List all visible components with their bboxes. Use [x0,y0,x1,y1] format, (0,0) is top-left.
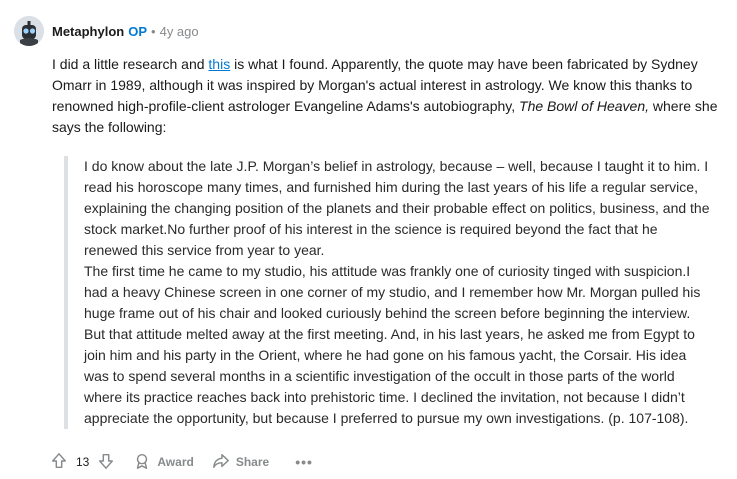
avatar-image [14,16,44,46]
research-link[interactable]: this [208,56,230,72]
comment-body: I did a little research and this is what… [52,54,722,429]
award-icon [133,452,157,473]
quote-paragraph-1: I do know about the late J.P. Morgan’s b… [84,158,710,258]
award-button[interactable]: Award [133,452,194,473]
award-label: Award [157,455,194,469]
vote-count: 13 [76,455,90,469]
downvote-icon[interactable] [97,452,115,473]
comment-timestamp[interactable]: 4y ago [160,24,199,39]
more-options-button[interactable]: ••• [295,454,313,470]
avatar[interactable] [14,16,44,46]
comment: Metaphylon OP • 4y ago I did a little re… [0,0,737,479]
share-button[interactable]: Share [212,452,269,473]
meta-separator: • [151,23,156,39]
intro-text-1: I did a little research and [52,56,209,72]
comment-actions: 13 Award Share ••• [50,450,313,474]
blockquote: I do know about the late J.P. Morgan’s b… [64,156,714,429]
upvote-icon[interactable] [50,452,68,473]
vote-controls: 13 [50,452,115,473]
quote-paragraph-2: The first time he came to my studio, his… [84,263,701,426]
author-username[interactable]: Metaphylon [52,24,124,39]
intro-paragraph: I did a little research and this is what… [52,54,722,138]
share-label: Share [235,455,270,469]
op-badge: OP [128,23,148,39]
book-title: The Bowl of Heaven, [519,98,649,114]
share-icon [212,452,236,473]
comment-header: Metaphylon OP • 4y ago [14,15,199,47]
